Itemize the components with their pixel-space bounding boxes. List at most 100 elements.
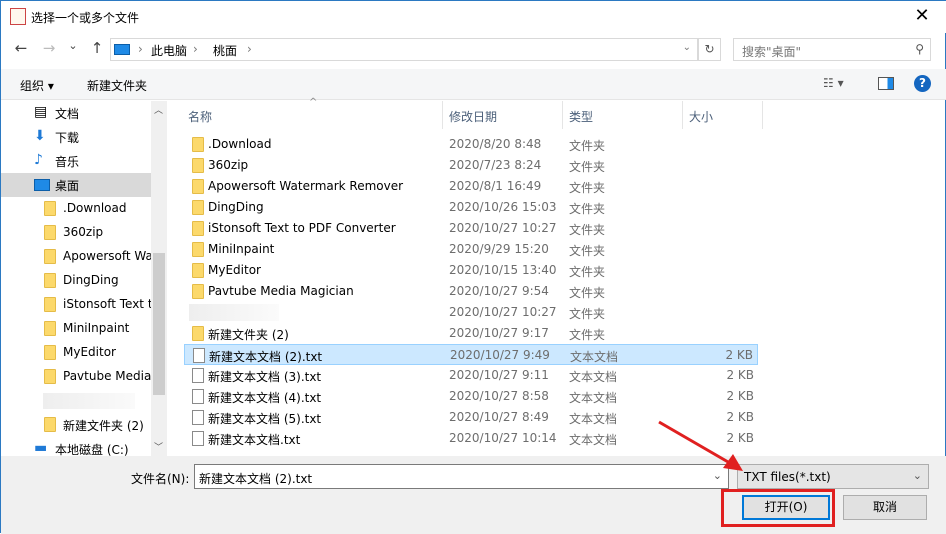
search-icon: ⚲	[915, 42, 924, 56]
breadcrumb-desktop[interactable]: 桃面	[213, 42, 237, 59]
up-button[interactable]: ↑	[87, 39, 107, 59]
folder-icon	[44, 273, 56, 288]
file-date: 2020/10/27 9:17	[449, 326, 549, 340]
navigation-pane: ▤ 文档 ⬇ 下载 ♪ 音乐桌面 .Download 360zip Apowersoft Wat…	[1, 101, 167, 456]
file-row[interactable]: DingDing 2020/10/26 15:03 文件夹	[184, 197, 758, 218]
file-row[interactable]: 新建文本文档 (4).txt 2020/10/27 8:58 文本文档 2 KB	[184, 386, 758, 407]
sidebar-scroll-thumb[interactable]	[153, 253, 165, 395]
file-size: 2 KB	[726, 389, 754, 403]
file-row[interactable]: 新建文件夹 (2) 2020/10/27 9:17 文件夹	[184, 323, 758, 344]
desktop-icon	[34, 179, 50, 191]
file-type: 文件夹	[569, 202, 606, 216]
open-button[interactable]: 打开(O)	[742, 495, 830, 520]
file-type: 文本文档	[569, 391, 618, 405]
address-bar[interactable]: › 此电脑 › 桃面 › ⌄	[110, 38, 698, 61]
filename-value: 新建文本文档 (2).txt	[199, 472, 313, 486]
chevron-down-icon: ⌄	[912, 469, 922, 482]
organize-button[interactable]: 组织 ▾	[20, 77, 54, 94]
file-row[interactable]: 新建文本文档 (3).txt 2020/10/27 9:11 文本文档 2 KB	[184, 365, 758, 386]
new-folder-button[interactable]: 新建文件夹	[87, 77, 147, 94]
text-file-icon	[192, 431, 204, 446]
cancel-button[interactable]: 取消	[843, 495, 927, 520]
help-icon[interactable]: ?	[914, 75, 931, 92]
sidebar-item[interactable]: MiniInpaint	[1, 317, 151, 341]
sidebar-item[interactable]: Pavtube Media Magician	[1, 365, 151, 389]
folder-icon	[192, 179, 204, 194]
this-pc-icon	[114, 44, 130, 55]
sidebar-item-label: 文档	[55, 107, 80, 121]
file-name: 新建文本文档 (2).txt	[209, 350, 323, 364]
sidebar-item-label: DingDing	[63, 273, 119, 287]
sidebar-item[interactable]: 新建文件夹 (2)	[1, 413, 151, 437]
sidebar-item[interactable]	[1, 389, 151, 413]
sidebar-item[interactable]: ▤ 文档	[1, 101, 151, 125]
file-row[interactable]: 2020/10/27 10:27 文件夹	[184, 302, 758, 323]
sidebar-item-label: 下载	[55, 131, 80, 145]
file-date: 2020/10/27 9:49	[450, 348, 550, 362]
folder-icon	[192, 158, 204, 173]
sidebar-item-label: 新建文件夹 (2)	[63, 419, 144, 433]
folder-icon	[192, 326, 204, 341]
sidebar-item[interactable]: DingDing	[1, 269, 151, 293]
preview-pane-icon[interactable]	[878, 77, 894, 90]
recent-locations-button[interactable]: ⌄	[63, 39, 83, 59]
file-row[interactable]: iStonsoft Text to PDF Converter 2020/10/2…	[184, 218, 758, 239]
back-button[interactable]: ←	[11, 39, 31, 59]
column-size[interactable]: 大小	[689, 108, 713, 125]
view-options-icon[interactable]: ☷ ▾	[823, 76, 844, 90]
file-row[interactable]: MyEditor 2020/10/15 13:40 文件夹	[184, 260, 758, 281]
file-name: 新建文本文档.txt	[208, 433, 301, 447]
file-type: 文件夹	[569, 328, 606, 342]
file-type: 文本文档	[570, 350, 619, 364]
sidebar-item[interactable]: .Download	[1, 197, 151, 221]
sidebar-item[interactable]: MyEditor	[1, 341, 151, 365]
music-icon: ♪	[34, 152, 43, 168]
refresh-button[interactable]: ↻	[698, 38, 721, 61]
file-date: 2020/10/27 10:14	[449, 431, 557, 445]
file-date: 2020/8/20 8:48	[449, 137, 542, 151]
file-row[interactable]: 360zip 2020/7/23 8:24 文件夹	[184, 155, 758, 176]
file-row[interactable]: Pavtube Media Magician 2020/10/27 9:54 文件夹	[184, 281, 758, 302]
sidebar-item[interactable]: ▬ 本地磁盘 (C:)	[1, 437, 151, 456]
column-name[interactable]: 名称	[188, 108, 212, 125]
column-date[interactable]: 修改日期	[449, 108, 497, 125]
sidebar-item[interactable]: 360zip	[1, 221, 151, 245]
folder-icon	[192, 137, 204, 152]
sidebar-item[interactable]: Apowersoft Watermark Remover	[1, 245, 151, 269]
sidebar-item[interactable]: ♪ 音乐	[1, 149, 151, 173]
file-row[interactable]: 新建文本文档 (2).txt 2020/10/27 9:49 文本文档 2 KB	[184, 344, 758, 365]
forward-button[interactable]: →	[39, 39, 59, 59]
file-name: Apowersoft Watermark Remover	[208, 179, 404, 193]
file-row[interactable]: Apowersoft Watermark Remover 2020/8/1 16:…	[184, 176, 758, 197]
toolbar: 组织 ▾ 新建文件夹 ☷ ▾ ?	[1, 69, 946, 100]
download-icon: ⬇	[34, 128, 46, 144]
search-input[interactable]: 搜索"桌面" ⚲	[733, 38, 931, 61]
folder-icon	[44, 225, 56, 240]
file-size: 2 KB	[725, 348, 753, 362]
app-icon	[10, 8, 26, 25]
text-file-icon	[193, 348, 205, 363]
sidebar-item[interactable]: iStonsoft Text to PDF Converter	[1, 293, 151, 317]
file-row[interactable]: MiniInpaint 2020/9/29 15:20 文件夹	[184, 239, 758, 260]
file-date: 2020/10/27 9:54	[449, 284, 549, 298]
sidebar-item[interactable]: 桌面	[1, 173, 151, 197]
breadcrumb-this-pc[interactable]: 此电脑	[151, 42, 187, 59]
document-icon: ▤	[34, 104, 48, 120]
file-row[interactable]: .Download 2020/8/20 8:48 文件夹	[184, 134, 758, 155]
folder-icon	[44, 417, 56, 432]
close-button[interactable]: ✕	[907, 5, 937, 29]
file-date: 2020/10/15 13:40	[449, 263, 557, 277]
sidebar-item[interactable]: ⬇ 下载	[1, 125, 151, 149]
file-type: 文件夹	[569, 265, 606, 279]
annotation-arrow	[658, 420, 743, 471]
file-name: 新建文本文档 (5).txt	[208, 412, 322, 426]
file-name: Pavtube Media Magician	[208, 284, 354, 298]
sidebar-item-label: Pavtube Media Magician	[63, 369, 151, 383]
filename-input[interactable]: 新建文本文档 (2).txt ⌄	[194, 464, 729, 489]
blurred-name	[189, 304, 279, 321]
file-type-select[interactable]: TXT files(*.txt) ⌄	[737, 464, 929, 489]
folder-icon	[44, 369, 56, 384]
filename-label: 文件名(N):	[131, 472, 190, 486]
column-type[interactable]: 类型	[569, 108, 593, 125]
file-name: MiniInpaint	[208, 242, 275, 256]
